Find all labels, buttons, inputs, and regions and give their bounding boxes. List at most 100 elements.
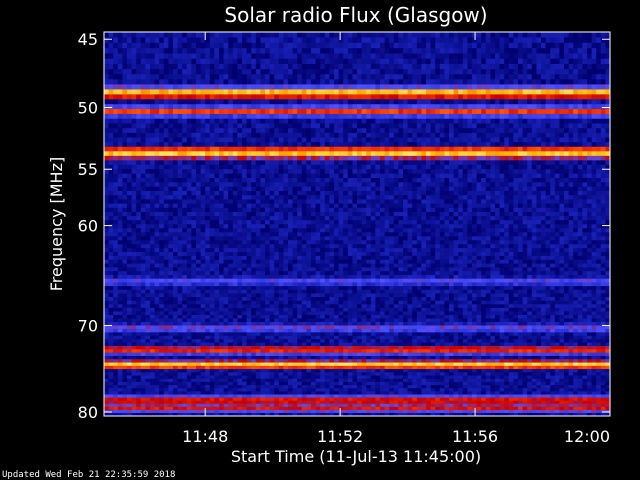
heatmap-cell [168,32,174,38]
heatmap-cell [297,203,303,209]
heatmap-cell [508,109,514,115]
heatmap-cell [177,151,183,157]
heatmap-cell [334,94,339,100]
heatmap-cell [214,137,220,143]
heatmap-cell [559,155,565,161]
heatmap-cell [522,173,528,179]
heatmap-cell [315,151,321,157]
heatmap-cell [361,216,367,221]
heatmap-cell [251,228,257,233]
heatmap-cell [145,113,151,120]
heatmap-cell [403,63,408,70]
heatmap-cell [223,89,229,95]
heatmap-cell [297,169,303,175]
heatmap-cell [278,89,284,95]
heatmap-cell [329,79,335,85]
heatmap-cell [554,195,560,200]
heatmap-cell [334,178,339,183]
heatmap-cell [113,240,119,245]
heatmap-cell [131,48,137,54]
heatmap-cell [108,211,114,217]
heatmap-cell [439,232,445,237]
heatmap-cell [205,113,211,120]
heatmap-cell [499,224,505,229]
heatmap-cell [421,199,427,205]
heatmap-cell [398,220,404,225]
heatmap-cell [577,113,583,120]
heatmap-cell [458,186,464,192]
heatmap-cell [462,48,468,54]
heatmap-cell [265,173,270,179]
heatmap-cell [251,164,257,170]
heatmap-cell [200,84,206,90]
heatmap-cell [536,48,542,54]
heatmap-cell [485,79,491,85]
heatmap-cell [246,48,252,54]
heatmap-cell [108,53,114,60]
heatmap-cell [338,69,344,75]
heatmap-cell [421,142,427,148]
heatmap-cell [219,58,224,65]
heatmap-cell [426,63,431,70]
heatmap-cell [127,220,132,225]
heatmap-cell [173,220,178,225]
heatmap-cell [232,178,238,183]
heatmap-cell [435,216,441,221]
heatmap-cell [577,104,583,110]
heatmap-cell [168,151,174,157]
heatmap-cell [426,53,431,60]
heatmap-cell [150,199,155,205]
heatmap-cell [104,132,109,138]
heatmap-cell [297,195,303,200]
heatmap-cell [559,203,565,209]
heatmap-cell [219,173,224,179]
heatmap-cell [472,42,477,49]
heatmap-cell [568,94,574,100]
heatmap-cell [209,199,215,205]
heatmap-cell [380,203,385,209]
heatmap-cell [196,109,201,115]
heatmap-cell [600,84,606,90]
heatmap-cell [467,146,473,152]
heatmap-cell [113,58,119,65]
heatmap-cell [104,240,109,245]
heatmap-cell [485,207,491,213]
heatmap-cell [117,99,123,105]
heatmap-cell [444,169,450,175]
heatmap-cell [104,169,109,175]
heatmap-cell [113,84,119,90]
heatmap-cell [334,203,339,209]
heatmap-cell [587,123,592,129]
heatmap-cell [265,164,270,170]
heatmap-cell [444,195,450,200]
heatmap-cell [214,104,220,110]
heatmap-cell [541,173,546,179]
heatmap-cell [122,48,128,54]
heatmap-cell [297,173,303,179]
heatmap-cell [499,37,505,44]
heatmap-cell [255,211,261,217]
heatmap-cell [545,190,551,196]
heatmap-cell [315,220,321,225]
heatmap-cell [485,155,491,161]
heatmap-cell [426,195,431,200]
heatmap-cell [136,113,142,120]
heatmap-cell [554,63,560,70]
heatmap-cell [568,178,574,183]
heatmap-cell [568,32,574,38]
heatmap-cell [269,109,275,115]
heatmap-cell [186,240,192,245]
heatmap-cell [205,137,211,143]
heatmap-cell [108,178,114,183]
heatmap-cell [426,178,431,183]
heatmap-cell [462,199,468,205]
heatmap-cell [278,137,284,143]
heatmap-cell [329,207,335,213]
heatmap-cell [504,220,510,225]
heatmap-cell [150,137,155,143]
heatmap-cell [375,146,381,152]
heatmap-cell [297,164,303,170]
heatmap-cell [554,169,560,175]
heatmap-cell [435,199,441,205]
heatmap-cell [301,190,307,196]
